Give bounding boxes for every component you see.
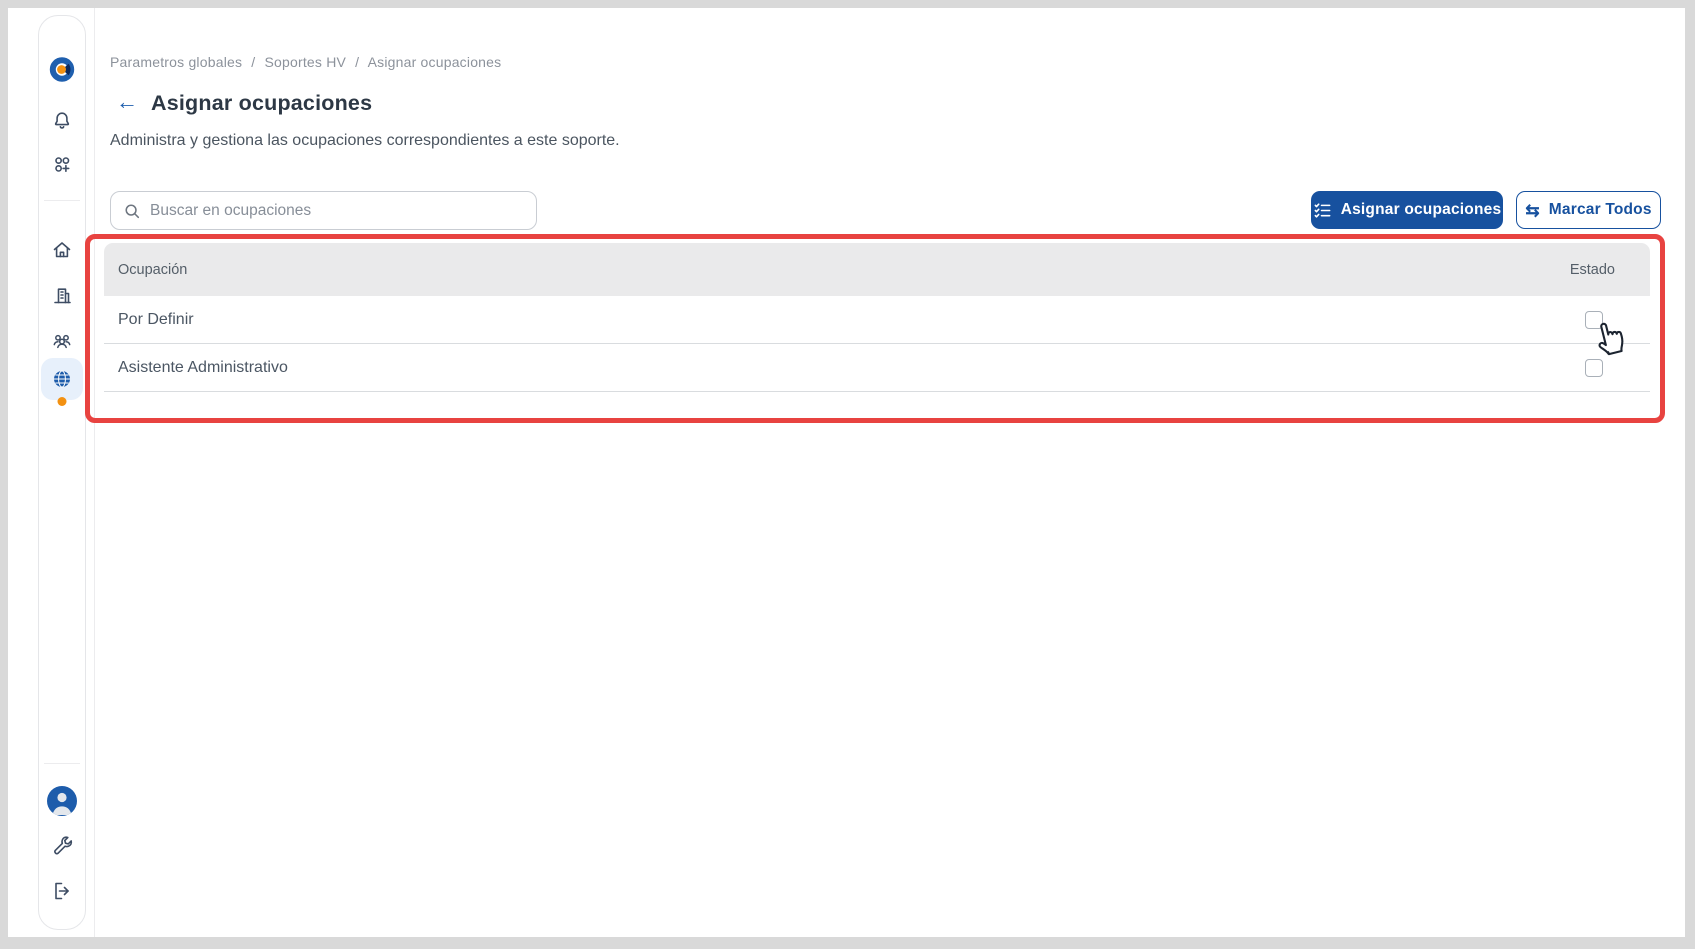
page-title: Asignar ocupaciones	[151, 91, 372, 116]
mark-all-button[interactable]: ⇆ Marcar Todos	[1516, 191, 1661, 229]
company-logo-icon[interactable]	[49, 56, 76, 83]
page-subtitle: Administra y gestiona las ocupaciones co…	[110, 132, 620, 150]
search-icon	[123, 202, 141, 220]
mark-all-label: Marcar Todos	[1549, 201, 1652, 219]
table-body: Por Definir Asistente Administrativo	[104, 296, 1650, 392]
table-row: Asistente Administrativo	[104, 344, 1650, 392]
breadcrumb-item-asignar: Asignar ocupaciones	[368, 54, 502, 70]
table-row: Por Definir	[104, 296, 1650, 344]
main-content: Parametros globales / Soportes HV / Asig…	[96, 8, 1685, 937]
estado-checkbox[interactable]	[1585, 311, 1603, 329]
sidebar-divider-bottom	[44, 763, 80, 764]
assign-occupations-label: Asignar ocupaciones	[1341, 201, 1502, 219]
swap-arrows-icon: ⇆	[1525, 202, 1539, 219]
logout-icon[interactable]	[50, 879, 74, 903]
estado-cell	[1480, 359, 1650, 377]
table-header-row: Ocupación Estado	[104, 243, 1650, 296]
building-icon[interactable]	[50, 284, 74, 308]
breadcrumb-separator: /	[355, 54, 359, 70]
estado-checkbox[interactable]	[1585, 359, 1603, 377]
breadcrumb-item-parametros[interactable]: Parametros globales	[110, 54, 242, 70]
users-icon[interactable]	[50, 329, 74, 353]
sidebar	[38, 15, 86, 930]
search-box	[110, 191, 537, 230]
app-window: Parametros globales / Soportes HV / Asig…	[8, 8, 1685, 937]
notification-dot	[58, 397, 67, 406]
company-logo-glyph	[49, 56, 76, 83]
breadcrumb: Parametros globales / Soportes HV / Asig…	[110, 54, 501, 70]
column-header-estado: Estado	[1480, 262, 1650, 278]
occupation-name: Asistente Administrativo	[104, 359, 1480, 377]
home-icon[interactable]	[50, 238, 74, 262]
back-arrow-icon[interactable]: ←	[114, 89, 140, 115]
sidebar-divider-top	[44, 200, 80, 201]
breadcrumb-separator: /	[251, 54, 255, 70]
sidebar-rail	[8, 8, 95, 937]
column-header-ocupacion: Ocupación	[104, 262, 1480, 278]
list-check-icon	[1313, 201, 1332, 220]
bell-icon[interactable]	[50, 109, 74, 133]
globe-icon[interactable]	[50, 367, 74, 391]
occupations-table: Ocupación Estado Por Definir Asistente A…	[104, 243, 1650, 392]
apps-add-icon[interactable]	[50, 153, 74, 177]
breadcrumb-item-soportes[interactable]: Soportes HV	[264, 54, 346, 70]
occupation-name: Por Definir	[104, 311, 1480, 329]
estado-cell	[1480, 311, 1650, 329]
search-input[interactable]	[150, 202, 524, 220]
assign-occupations-button[interactable]: Asignar ocupaciones	[1311, 191, 1503, 229]
wrench-icon[interactable]	[50, 834, 74, 858]
avatar-icon[interactable]	[46, 785, 78, 817]
screenshot-stage: Parametros globales / Soportes HV / Asig…	[0, 0, 1695, 949]
